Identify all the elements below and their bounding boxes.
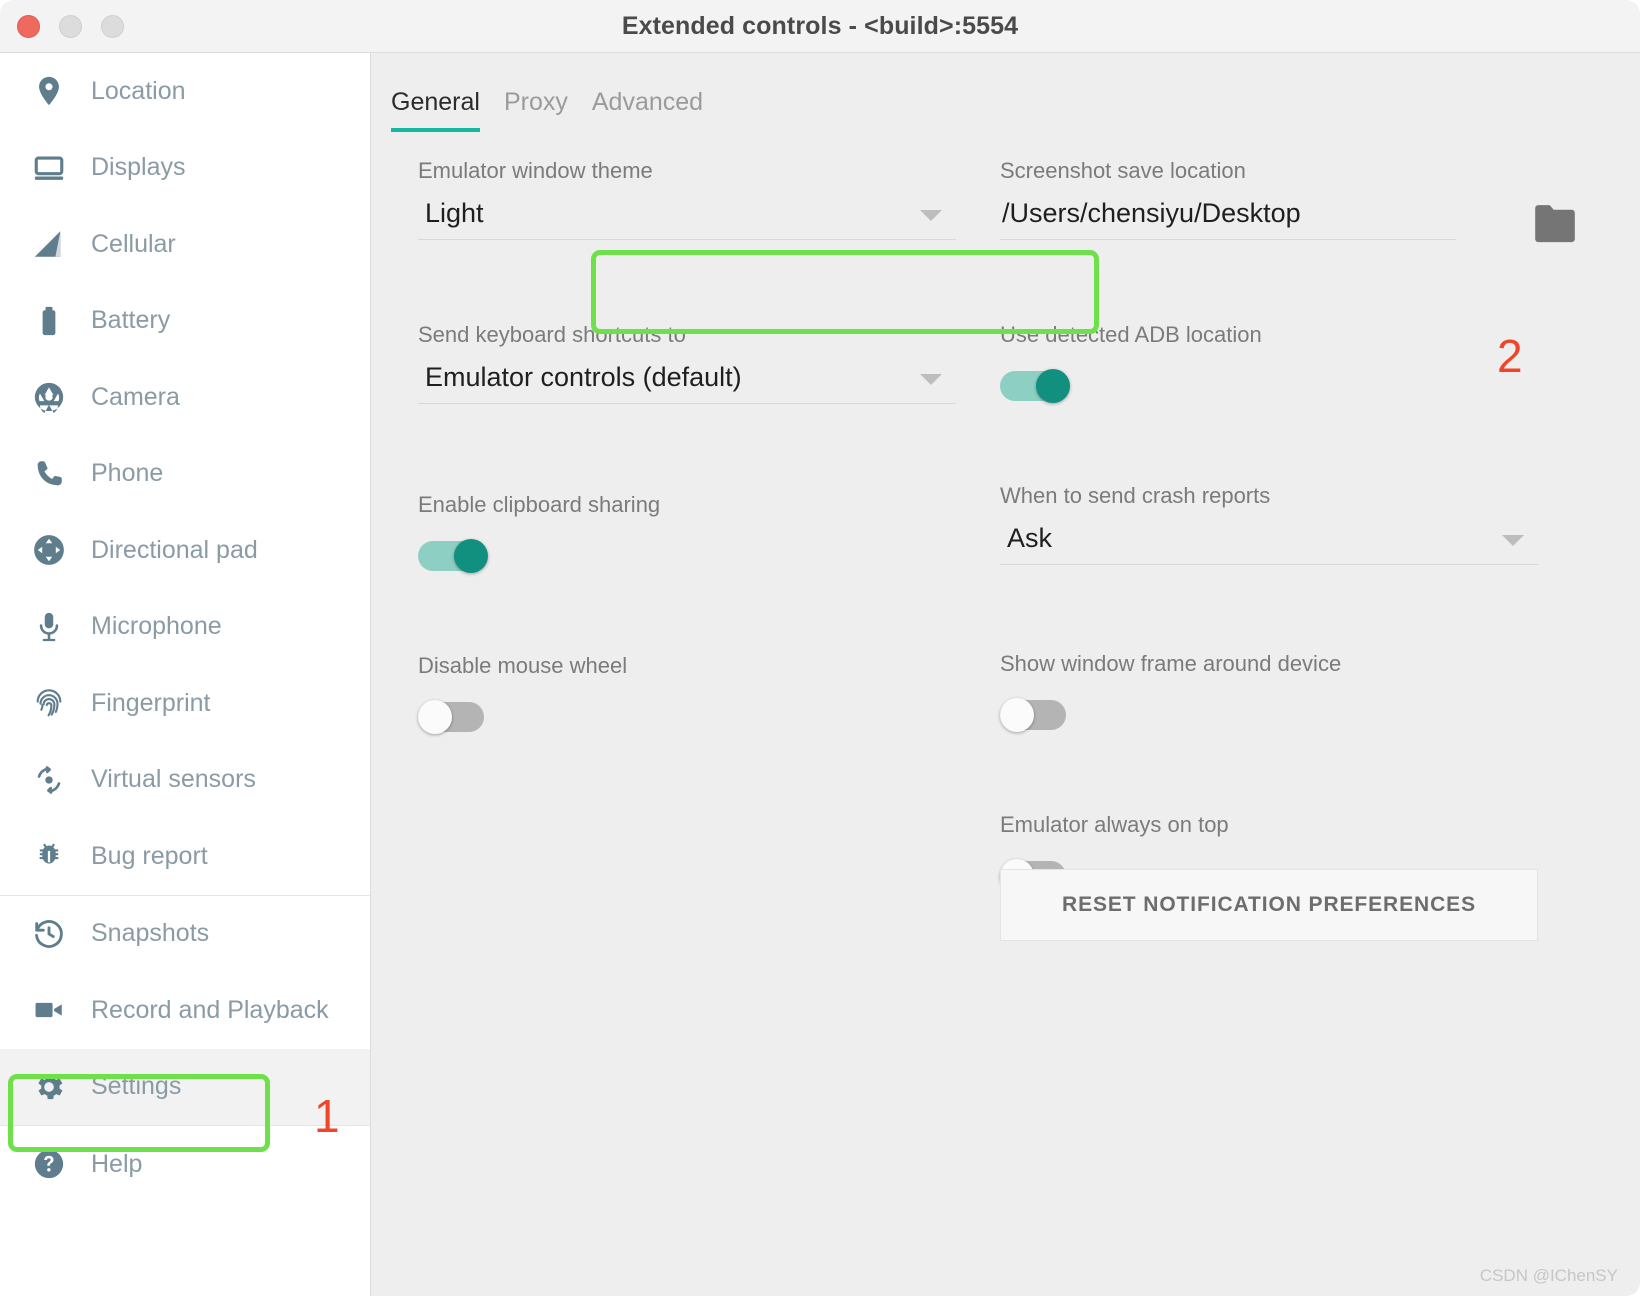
battery-icon <box>28 300 70 342</box>
sidebar-item-label: Battery <box>91 306 171 335</box>
sidebar-item-directional-pad[interactable]: Directional pad <box>0 512 370 589</box>
tab-bar: General Proxy Advanced <box>391 88 703 132</box>
sidebar-item-label: Microphone <box>91 612 222 641</box>
sidebar-item-label: Phone <box>91 459 164 488</box>
sidebar-item-label: Camera <box>91 382 180 411</box>
video-camera-icon <box>28 989 70 1031</box>
screenshot-location-label: Screenshot save location <box>1000 158 1246 183</box>
chevron-down-icon <box>920 210 942 221</box>
history-clock-icon <box>28 913 70 955</box>
disable-mouse-wheel-label: Disable mouse wheel <box>418 653 628 678</box>
main-content: General Proxy Advanced Emulator window t… <box>372 53 1640 1296</box>
sidebar-item-virtual-sensors[interactable]: Virtual sensors <box>0 742 370 819</box>
sidebar-item-label: Settings <box>91 1072 182 1101</box>
keyboard-shortcuts-label: Send keyboard shortcuts to <box>418 322 686 347</box>
emulator-window-theme-value: Light <box>425 198 484 228</box>
right-column: Screenshot save location /Users/chensiyu… <box>1000 158 1600 893</box>
cellular-signal-icon <box>28 223 70 265</box>
sidebar-item-label: Help <box>91 1149 143 1178</box>
clipboard-sharing-toggle[interactable] <box>418 539 488 573</box>
crash-reports-field: When to send crash reports Ask <box>1000 483 1538 565</box>
watermark: CSDN @IChenSY <box>1479 1266 1618 1285</box>
location-pin-icon <box>28 70 70 112</box>
microphone-icon <box>28 606 70 648</box>
keyboard-shortcuts-value: Emulator controls (default) <box>425 362 742 392</box>
disable-mouse-wheel-field: Disable mouse wheel <box>418 653 956 734</box>
chevron-down-icon <box>920 374 942 385</box>
sidebar-item-cellular[interactable]: Cellular <box>0 206 370 283</box>
left-column: Emulator window theme Light Send keyboar… <box>418 158 956 734</box>
gear-icon <box>28 1066 70 1108</box>
crash-reports-label: When to send crash reports <box>1000 483 1271 508</box>
annotation-number-2: 2 <box>1497 330 1523 382</box>
sidebar-item-displays[interactable]: Displays <box>0 130 370 207</box>
toggle-knob <box>418 700 452 734</box>
sidebar-item-label: Cellular <box>91 229 176 258</box>
dpad-icon <box>28 529 70 571</box>
sidebar-item-label: Displays <box>91 153 186 182</box>
toggle-knob <box>1000 698 1034 732</box>
window-frame-toggle[interactable] <box>1000 698 1070 732</box>
phone-icon <box>28 453 70 495</box>
window-frame-label: Show window frame around device <box>1000 651 1342 676</box>
sidebar-item-label: Directional pad <box>91 535 258 564</box>
tab-proxy[interactable]: Proxy <box>504 88 568 132</box>
reset-notification-preferences-button[interactable]: RESET NOTIFICATION PREFERENCES <box>1000 869 1538 941</box>
sidebar-item-battery[interactable]: Battery <box>0 283 370 360</box>
keyboard-shortcuts-select[interactable]: Emulator controls (default) <box>418 362 956 404</box>
emulator-window-theme-field: Emulator window theme Light <box>418 158 956 240</box>
fingerprint-icon <box>28 682 70 724</box>
clipboard-sharing-label: Enable clipboard sharing <box>418 492 661 517</box>
sidebar-item-fingerprint[interactable]: Fingerprint <box>0 665 370 742</box>
title-bar: Extended controls - <build>:5554 <box>0 0 1640 53</box>
tab-advanced[interactable]: Advanced <box>592 88 703 132</box>
sidebar-item-label: Fingerprint <box>91 688 211 717</box>
sidebar-item-label: Virtual sensors <box>91 765 256 794</box>
sidebar-item-record-and-playback[interactable]: Record and Playback <box>0 972 370 1049</box>
screenshot-location-input[interactable]: /Users/chensiyu/Desktop <box>1000 198 1456 240</box>
sidebar-item-bug-report[interactable]: Bug report <box>0 818 370 895</box>
sidebar-item-microphone[interactable]: Microphone <box>0 589 370 666</box>
screenshot-location-value: /Users/chensiyu/Desktop <box>1002 198 1301 228</box>
chevron-down-icon <box>1502 535 1524 546</box>
crash-reports-value: Ask <box>1007 523 1053 553</box>
keyboard-shortcuts-field: Send keyboard shortcuts to Emulator cont… <box>418 322 956 404</box>
sidebar-item-label: Bug report <box>91 841 208 870</box>
adb-location-toggle[interactable] <box>1000 369 1070 403</box>
extended-controls-window: Extended controls - <build>:5554 Locatio… <box>0 0 1640 1296</box>
window-frame-field: Show window frame around device <box>1000 651 1600 732</box>
display-icon <box>28 147 70 189</box>
folder-icon[interactable] <box>1532 204 1578 244</box>
emulator-window-theme-select[interactable]: Light <box>418 198 956 240</box>
toggle-knob <box>1036 369 1070 403</box>
sidebar-item-camera[interactable]: Camera <box>0 359 370 436</box>
annotation-number-1: 1 <box>314 1090 340 1142</box>
sidebar-item-label: Location <box>91 76 186 105</box>
sidebar-item-location[interactable]: Location <box>0 53 370 130</box>
sidebar-item-snapshots[interactable]: Snapshots <box>0 896 370 973</box>
camera-aperture-icon <box>28 376 70 418</box>
tab-general[interactable]: General <box>391 88 480 132</box>
sidebar-item-label: Snapshots <box>91 919 210 948</box>
virtual-sensors-icon <box>28 759 70 801</box>
window-title: Extended controls - <build>:5554 <box>621 12 1019 40</box>
disable-mouse-wheel-toggle[interactable] <box>418 700 488 734</box>
clipboard-sharing-field: Enable clipboard sharing <box>418 492 956 573</box>
sidebar-item-phone[interactable]: Phone <box>0 436 370 513</box>
emulator-window-theme-label: Emulator window theme <box>418 158 653 183</box>
sidebar-item-label: Record and Playback <box>91 995 329 1024</box>
crash-reports-select[interactable]: Ask <box>1000 523 1538 565</box>
bug-icon <box>28 835 70 877</box>
toggle-knob <box>454 539 488 573</box>
always-on-top-label: Emulator always on top <box>1000 812 1229 837</box>
help-question-icon <box>28 1143 70 1185</box>
screenshot-location-field: Screenshot save location /Users/chensiyu… <box>1000 158 1575 243</box>
